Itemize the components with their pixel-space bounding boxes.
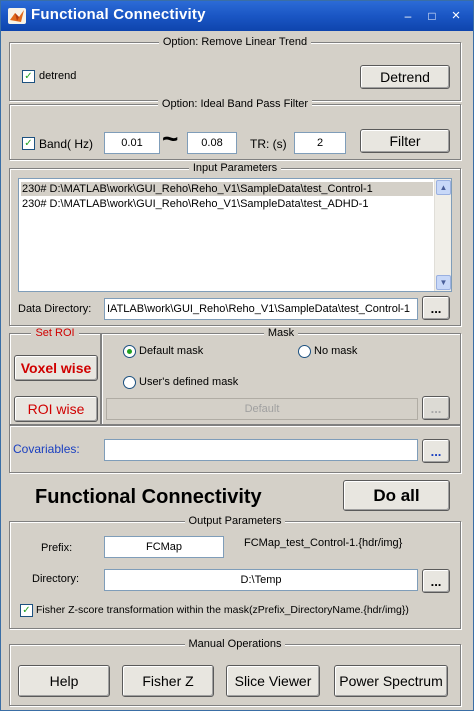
manual-panel-title: Manual Operations — [184, 638, 286, 650]
user-mask-label: User's defined mask — [139, 376, 239, 388]
covariables-input[interactable] — [104, 439, 418, 461]
title-bar[interactable]: Functional Connectivity – □ × — [1, 1, 473, 31]
user-mask-radio[interactable] — [123, 376, 136, 389]
help-button[interactable]: Help — [18, 665, 110, 697]
mask-browse-button[interactable]: ... — [422, 396, 450, 420]
band-low-input[interactable]: 0.01 — [104, 132, 160, 154]
detrend-checkbox[interactable]: ✓ — [22, 70, 35, 83]
output-directory-input[interactable]: D:\Temp — [104, 569, 418, 591]
do-all-button[interactable]: Do all — [343, 480, 450, 511]
default-mask-label: Default mask — [139, 345, 204, 357]
subject-listbox[interactable]: 230# D:\MATLAB\work\GUI_Reho\Reho_V1\Sam… — [18, 178, 452, 292]
fisher-z-label: Fisher Z-score transformation within the… — [36, 604, 409, 616]
detrend-panel: Option: Remove Linear Trend ✓ detrend De… — [9, 36, 461, 101]
list-item[interactable]: 230# D:\MATLAB\work\GUI_Reho\Reho_V1\Sam… — [21, 182, 433, 196]
window-title: Functional Connectivity — [31, 6, 206, 23]
scroll-up-icon[interactable]: ▲ — [436, 180, 451, 195]
data-directory-input[interactable]: IATLAB\work\GUI_Reho\Reho_V1\SampleData\… — [104, 298, 418, 320]
data-directory-label: Data Directory: — [18, 303, 92, 315]
prefix-label: Prefix: — [41, 542, 73, 554]
mask-panel: Mask Default mask No mask User's defined… — [101, 327, 461, 425]
set-roi-title: Set ROI — [31, 327, 79, 339]
tr-label: TR: (s) — [250, 137, 287, 151]
detrend-checkbox-label: detrend — [39, 70, 77, 82]
input-parameters-panel: Input Parameters 230# D:\MATLAB\work\GUI… — [9, 162, 461, 326]
output-directory-browse-button[interactable]: ... — [422, 569, 450, 593]
scroll-down-icon[interactable]: ▼ — [436, 275, 451, 290]
filter-panel: Option: Ideal Band Pass Filter ✓ Band( H… — [9, 98, 461, 160]
band-label: Band( Hz) — [39, 137, 94, 151]
tilde-separator: ~ — [162, 123, 179, 154]
default-mask-radio[interactable] — [123, 345, 136, 358]
output-panel-title: Output Parameters — [184, 515, 286, 527]
fisher-z-button[interactable]: Fisher Z — [122, 665, 214, 697]
slice-viewer-button[interactable]: Slice Viewer — [226, 665, 320, 697]
input-panel-title: Input Parameters — [188, 162, 282, 174]
mask-path-input[interactable]: Default — [106, 398, 418, 420]
band-high-input[interactable]: 0.08 — [187, 132, 237, 154]
fisher-z-checkbox[interactable]: ✓ — [20, 604, 33, 617]
power-spectrum-button[interactable]: Power Spectrum — [334, 665, 448, 697]
filter-panel-title: Option: Ideal Band Pass Filter — [157, 98, 313, 110]
output-parameters-panel: Output Parameters Prefix: FCMap FCMap_te… — [9, 515, 461, 629]
matlab-icon — [8, 8, 26, 24]
minimize-icon[interactable]: – — [399, 8, 417, 24]
output-directory-label: Directory: — [32, 573, 80, 585]
set-roi-panel: Set ROI Voxel wise ROI wise — [9, 327, 101, 425]
close-icon[interactable]: × — [447, 8, 465, 24]
covariables-label: Covariables: — [13, 442, 80, 456]
data-directory-browse-button[interactable]: ... — [422, 296, 450, 320]
mask-title: Mask — [263, 327, 299, 339]
prefix-input[interactable]: FCMap — [104, 536, 224, 558]
functional-connectivity-window: Functional Connectivity – □ × Option: Re… — [0, 0, 474, 711]
page-title: Functional Connectivity — [35, 486, 262, 508]
detrend-button[interactable]: Detrend — [360, 65, 450, 89]
covariables-browse-button[interactable]: ... — [422, 439, 450, 463]
filter-button[interactable]: Filter — [360, 129, 450, 153]
maximize-icon[interactable]: □ — [423, 8, 441, 24]
no-mask-radio[interactable] — [298, 345, 311, 358]
manual-operations-panel: Manual Operations Help Fisher Z Slice Vi… — [9, 638, 461, 706]
no-mask-label: No mask — [314, 345, 358, 357]
roi-wise-button[interactable]: ROI wise — [14, 396, 98, 422]
detrend-panel-title: Option: Remove Linear Trend — [158, 36, 312, 48]
covariables-panel: Covariables: ... — [9, 425, 461, 473]
voxel-wise-button[interactable]: Voxel wise — [14, 355, 98, 381]
prefix-preview: FCMap_test_Control-1.{hdr/img} — [244, 537, 403, 549]
band-checkbox[interactable]: ✓ — [22, 137, 35, 150]
list-item[interactable]: 230# D:\MATLAB\work\GUI_Reho\Reho_V1\Sam… — [21, 197, 433, 211]
listbox-scrollbar[interactable]: ▲ ▼ — [434, 179, 451, 291]
tr-input[interactable]: 2 — [294, 132, 346, 154]
